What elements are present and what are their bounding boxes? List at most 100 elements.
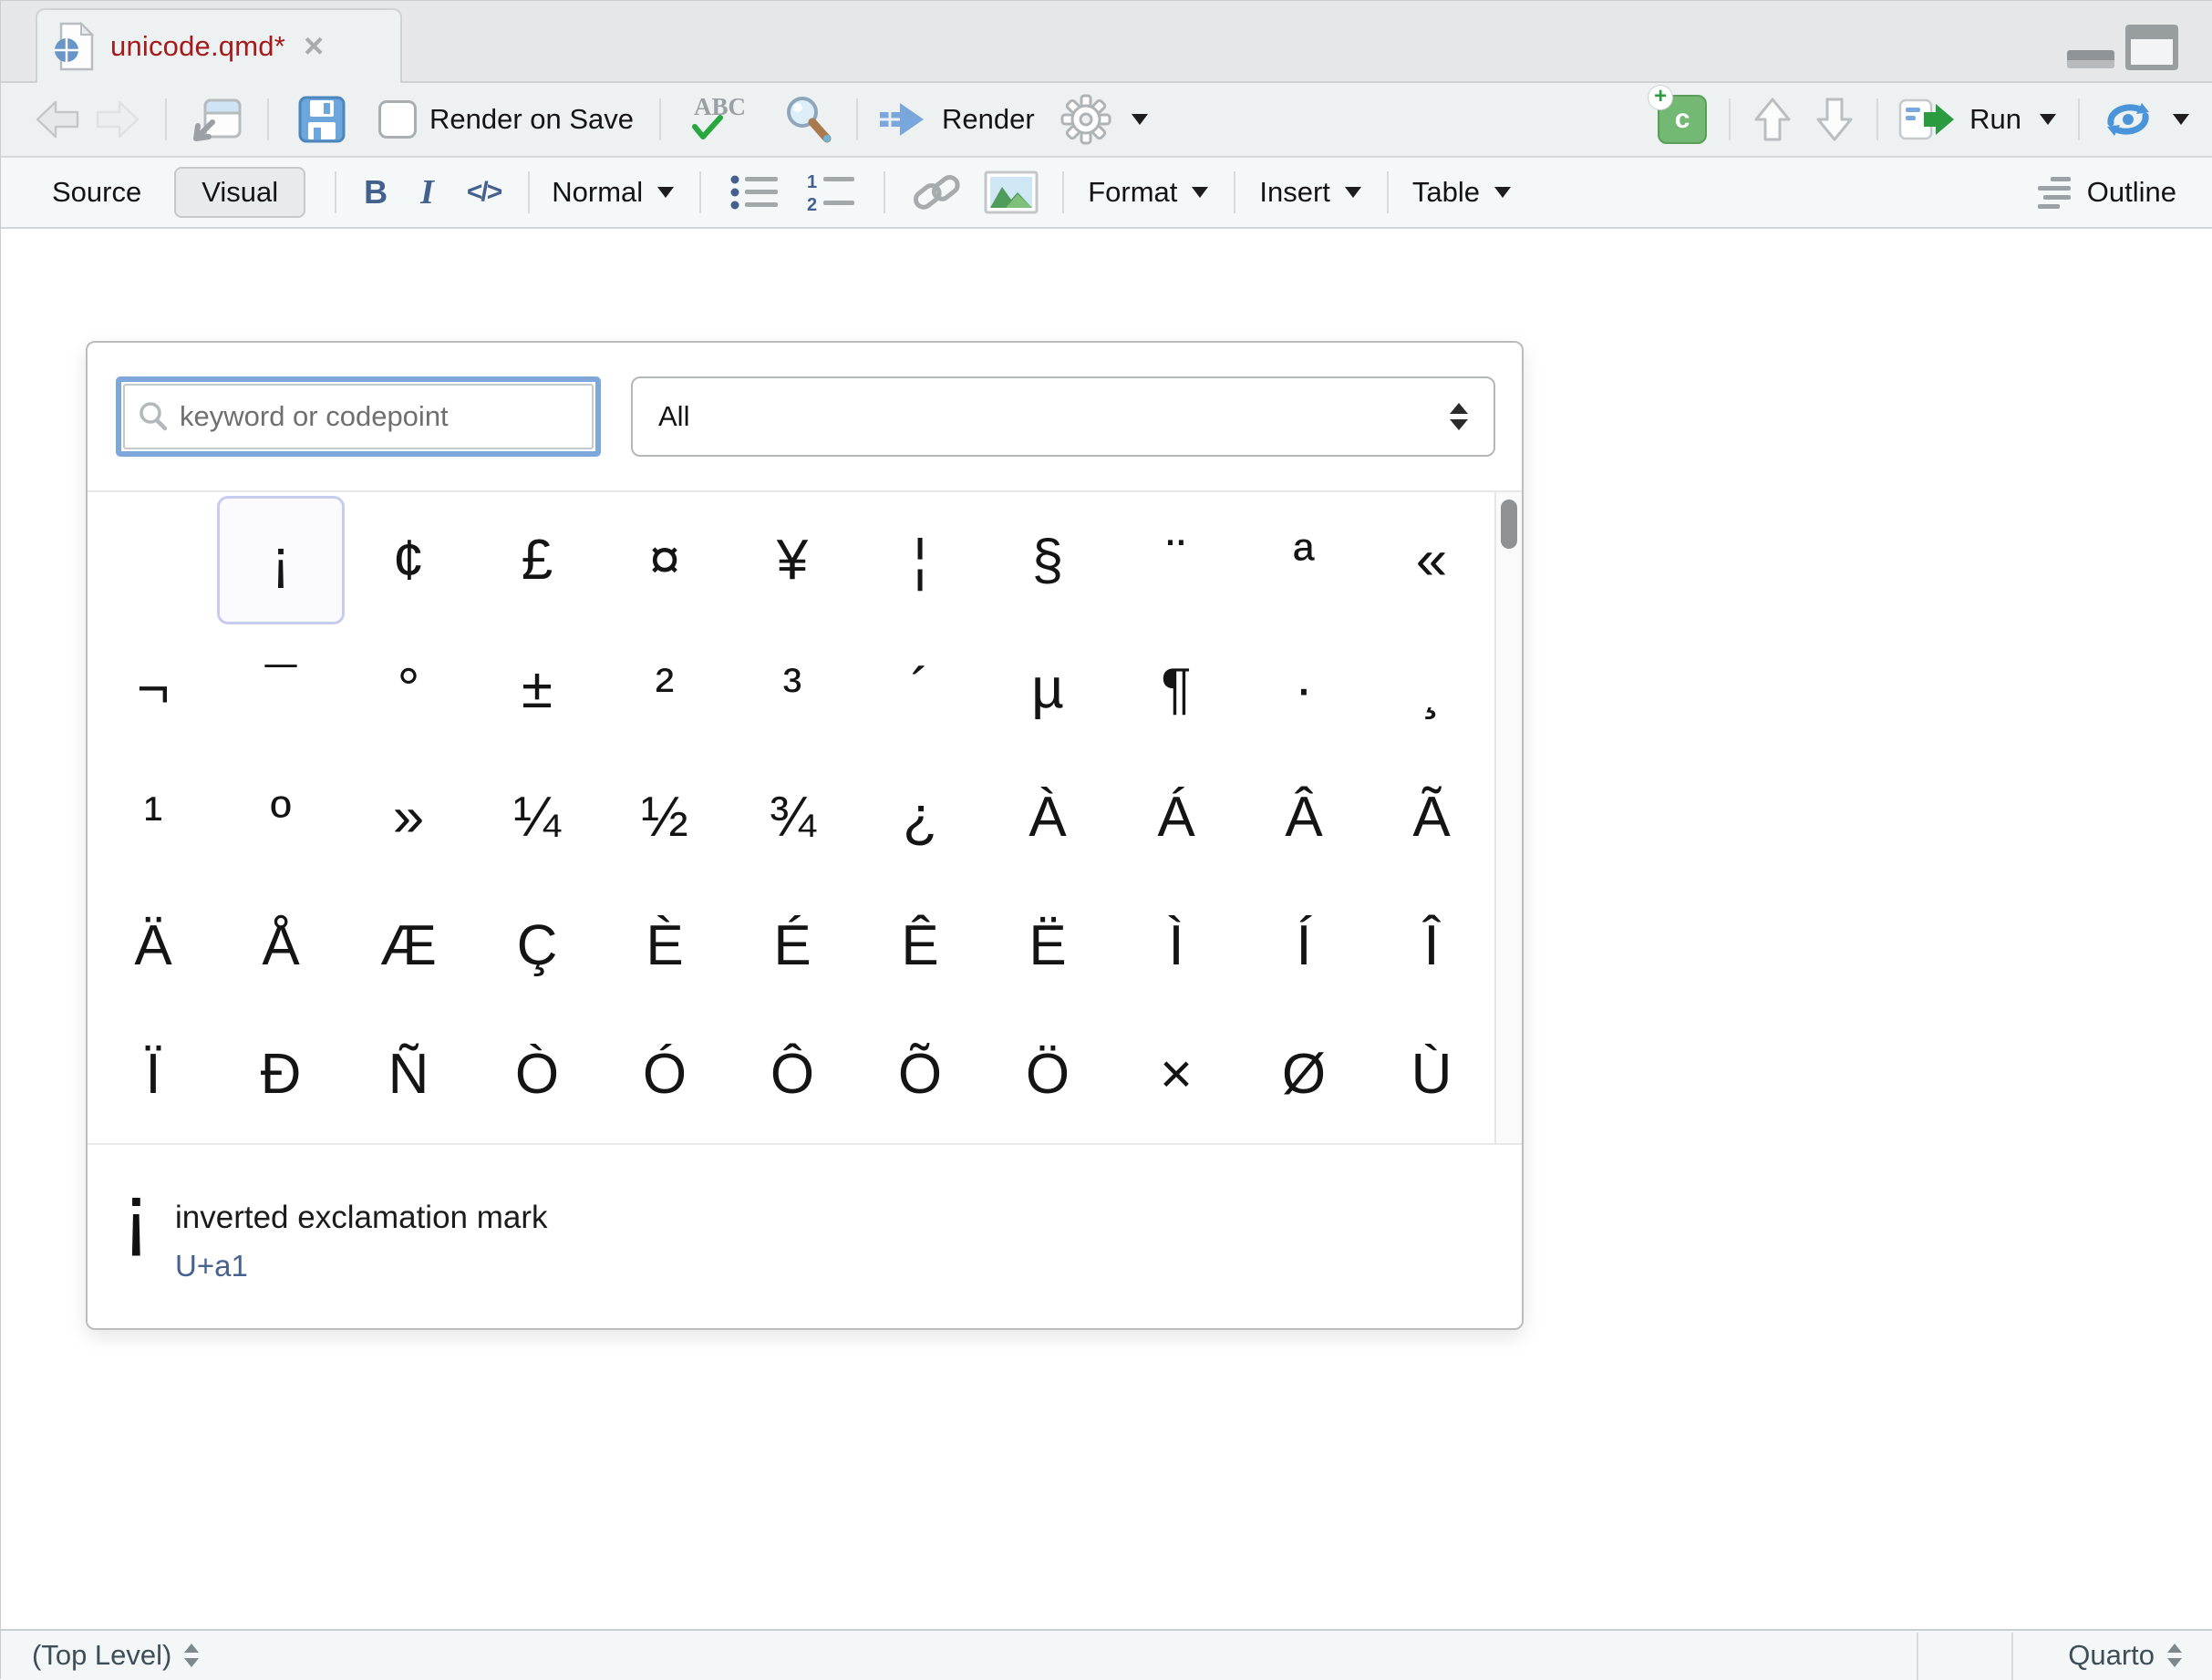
visual-mode-button[interactable]: Visual bbox=[174, 167, 305, 218]
unicode-char-cell[interactable]: Ê bbox=[856, 881, 984, 1010]
rerun-dropdown-caret[interactable] bbox=[2173, 114, 2189, 125]
table-menu[interactable]: Table bbox=[1412, 176, 1511, 209]
gear-icon[interactable] bbox=[1060, 94, 1111, 145]
unicode-char-cell[interactable]: ¶ bbox=[1112, 624, 1240, 753]
unicode-char-cell[interactable]: ´ bbox=[856, 624, 984, 753]
unicode-char-cell[interactable]: ° bbox=[345, 624, 472, 753]
insert-chunk-button[interactable]: +c bbox=[1658, 95, 1707, 144]
outline-toggle[interactable]: Outline bbox=[2036, 174, 2212, 211]
unicode-char-cell[interactable]: Ä bbox=[89, 881, 217, 1010]
table-menu-caret bbox=[1494, 187, 1511, 198]
scope-selector[interactable]: (Top Level) bbox=[1, 1639, 199, 1672]
search-icon[interactable] bbox=[781, 93, 834, 146]
rerun-icon[interactable] bbox=[2102, 98, 2155, 141]
arrow-down-icon[interactable] bbox=[1813, 96, 1856, 143]
unicode-char-cell[interactable]: « bbox=[1368, 496, 1495, 624]
spellcheck-button[interactable]: ABC bbox=[688, 93, 758, 146]
run-button[interactable]: Run bbox=[1898, 97, 2056, 142]
unicode-char-cell[interactable]: Ò bbox=[473, 1010, 601, 1139]
unicode-char-cell[interactable]: Å bbox=[217, 881, 345, 1010]
unicode-char-cell[interactable]: ¿ bbox=[856, 753, 984, 881]
unicode-char-cell[interactable]: £ bbox=[473, 496, 601, 624]
unicode-char-cell[interactable]: Í bbox=[1240, 881, 1368, 1010]
unicode-char-cell[interactable]: Ù bbox=[1368, 1010, 1495, 1139]
language-mode-selector[interactable]: Quarto bbox=[2068, 1639, 2182, 1672]
unicode-char-cell[interactable]: ² bbox=[601, 624, 729, 753]
window-maximize-button[interactable] bbox=[2125, 25, 2178, 70]
unicode-search-input[interactable] bbox=[180, 400, 579, 433]
unicode-char-cell[interactable]: Õ bbox=[856, 1010, 984, 1139]
unicode-char-cell[interactable]: ± bbox=[473, 624, 601, 753]
unicode-char-cell[interactable]: Ë bbox=[984, 881, 1111, 1010]
unicode-char-cell[interactable]: ¬ bbox=[89, 624, 217, 753]
unicode-char-cell[interactable]: Ï bbox=[89, 1010, 217, 1139]
bold-button[interactable]: B bbox=[364, 173, 388, 211]
unicode-char-cell[interactable]: º bbox=[217, 753, 345, 881]
unicode-char-cell[interactable]: ½ bbox=[601, 753, 729, 881]
popout-window-icon[interactable] bbox=[191, 97, 243, 142]
unicode-char-cell[interactable]: Ö bbox=[984, 1010, 1111, 1139]
source-mode-button[interactable]: Source bbox=[52, 176, 141, 209]
unicode-char-cell[interactable]: Î bbox=[1368, 881, 1495, 1010]
bullet-list-icon[interactable] bbox=[729, 172, 783, 212]
unicode-char-cell[interactable]: ¾ bbox=[729, 753, 856, 881]
toolbar-right-group: +c Run bbox=[1658, 95, 2212, 144]
italic-button[interactable]: I bbox=[420, 172, 434, 212]
unicode-char-cell[interactable]: É bbox=[729, 881, 856, 1010]
render-button[interactable]: Render bbox=[876, 98, 1035, 140]
unicode-char-cell[interactable]: ¤ bbox=[601, 496, 729, 624]
unicode-char-cell[interactable]: ¸ bbox=[1368, 624, 1495, 753]
unicode-char-cell[interactable]: ª bbox=[1240, 496, 1368, 624]
unicode-char-cell[interactable]: µ bbox=[984, 624, 1111, 753]
back-icon[interactable] bbox=[34, 98, 81, 140]
unicode-char-cell[interactable]: È bbox=[601, 881, 729, 1010]
unicode-char-cell[interactable]: ¢ bbox=[345, 496, 472, 624]
unicode-char-cell[interactable]: ¦ bbox=[856, 496, 984, 624]
window-minimize-button[interactable] bbox=[2067, 50, 2114, 68]
gear-dropdown-caret[interactable] bbox=[1132, 114, 1148, 125]
image-icon[interactable] bbox=[984, 170, 1039, 214]
paragraph-style-dropdown[interactable]: Normal bbox=[552, 176, 674, 209]
unicode-char-cell[interactable]: § bbox=[984, 496, 1111, 624]
unicode-block-select[interactable]: All bbox=[631, 376, 1495, 457]
unicode-char-cell[interactable]: Ì bbox=[1112, 881, 1240, 1010]
unicode-char-cell[interactable] bbox=[89, 496, 217, 624]
numbered-list-icon[interactable]: 1 2 bbox=[805, 172, 860, 212]
unicode-char-cell[interactable]: ¹ bbox=[89, 753, 217, 881]
arrow-up-icon[interactable] bbox=[1751, 96, 1794, 143]
unicode-char-cell[interactable]: Ø bbox=[1240, 1010, 1368, 1139]
link-icon[interactable] bbox=[909, 170, 964, 214]
code-button[interactable]: </> bbox=[467, 177, 501, 208]
unicode-char-cell[interactable]: À bbox=[984, 753, 1111, 881]
unicode-search-field[interactable] bbox=[116, 376, 601, 457]
unicode-char-cell[interactable]: Ñ bbox=[345, 1010, 472, 1139]
unicode-char-cell[interactable]: ¡ bbox=[217, 496, 345, 624]
tab-close-icon[interactable]: × bbox=[304, 29, 324, 64]
render-on-save-checkbox[interactable] bbox=[378, 100, 417, 139]
unicode-char-cell[interactable]: ¨ bbox=[1112, 496, 1240, 624]
unicode-char-cell[interactable]: ¥ bbox=[729, 496, 856, 624]
unicode-char-cell[interactable]: Ã bbox=[1368, 753, 1495, 881]
unicode-char-cell[interactable]: Ó bbox=[601, 1010, 729, 1139]
tab-unicode-qmd[interactable]: unicode.qmd* × bbox=[36, 8, 402, 83]
unicode-char-cell[interactable]: Æ bbox=[345, 881, 472, 1010]
unicode-char-cell[interactable]: Ð bbox=[217, 1010, 345, 1139]
unicode-char-cell[interactable]: ³ bbox=[729, 624, 856, 753]
unicode-char-cell[interactable]: Á bbox=[1112, 753, 1240, 881]
unicode-char-cell[interactable]: · bbox=[1240, 624, 1368, 753]
unicode-char-cell[interactable]: Ô bbox=[729, 1010, 856, 1139]
save-icon[interactable] bbox=[298, 96, 346, 143]
grid-scrollbar[interactable] bbox=[1494, 492, 1522, 1143]
unicode-char-cell[interactable]: Â bbox=[1240, 753, 1368, 881]
svg-text:1: 1 bbox=[807, 172, 817, 192]
format-menu[interactable]: Format bbox=[1088, 176, 1208, 209]
unicode-char-cell[interactable]: × bbox=[1112, 1010, 1240, 1139]
render-icon bbox=[876, 98, 929, 140]
unicode-char-cell[interactable]: ¯ bbox=[217, 624, 345, 753]
forward-icon[interactable] bbox=[94, 98, 141, 140]
unicode-char-cell[interactable]: » bbox=[345, 753, 472, 881]
grid-scrollbar-thumb[interactable] bbox=[1501, 500, 1517, 549]
unicode-char-cell[interactable]: Ç bbox=[473, 881, 601, 1010]
unicode-char-cell[interactable]: ¼ bbox=[473, 753, 601, 881]
insert-menu[interactable]: Insert bbox=[1259, 176, 1361, 209]
